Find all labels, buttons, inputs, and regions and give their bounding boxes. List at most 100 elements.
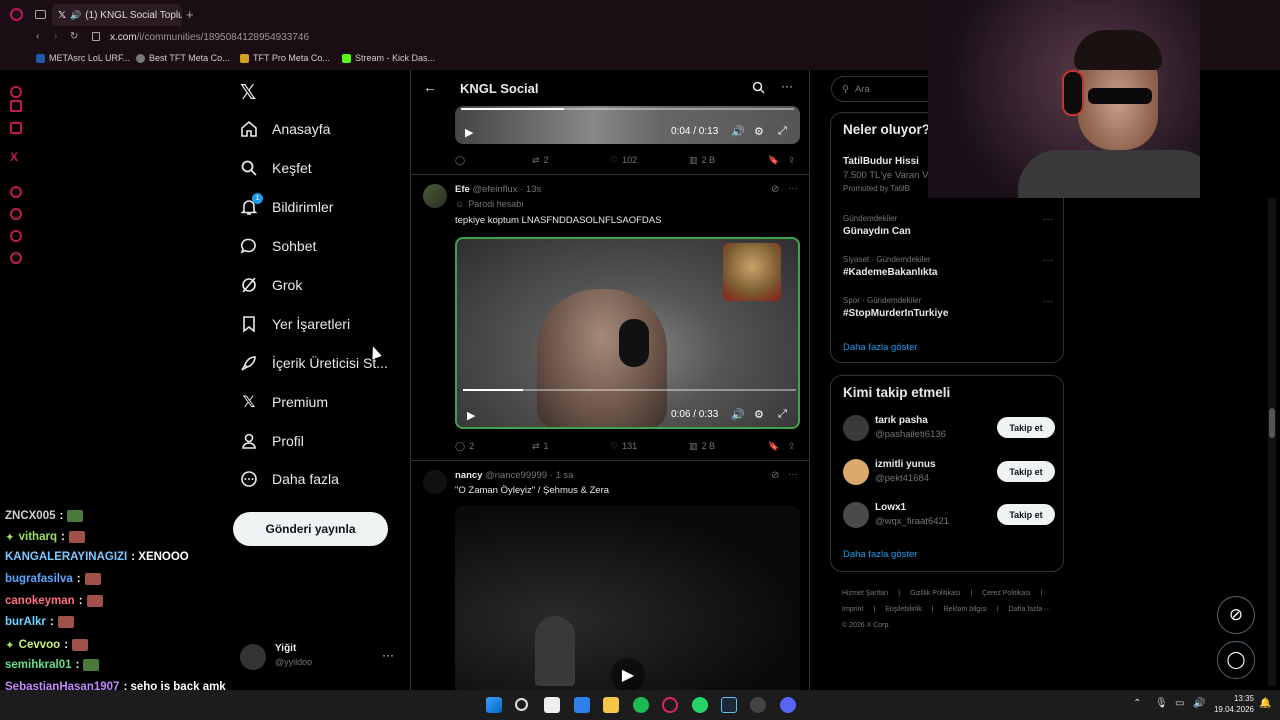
tray-chevron-icon[interactable]: ⌃: [1133, 698, 1141, 709]
reload-icon[interactable]: ↻: [70, 31, 78, 42]
nav-item-more[interactable]: Daha fazla: [240, 470, 339, 488]
bookmark-2[interactable]: TFT Pro Meta Co...: [240, 53, 330, 63]
new-tab-button[interactable]: +: [186, 7, 194, 22]
fullscreen-icon[interactable]: ⤢: [778, 408, 787, 421]
follow-button[interactable]: Takip et: [997, 504, 1055, 525]
footer-link[interactable]: Imprint: [842, 602, 863, 618]
trend-item[interactable]: Siyaset · Gündemdekiler #KademeBakanlıkt…: [843, 255, 1053, 278]
footer-link[interactable]: Daha fazla ···: [1009, 602, 1051, 618]
volume-icon[interactable]: 🔊: [1193, 698, 1205, 709]
network-icon[interactable]: ▭: [1175, 698, 1184, 709]
bookmark-0[interactable]: METAsrc LoL URF...: [36, 53, 130, 63]
back-icon[interactable]: ‹: [36, 31, 39, 42]
forward-icon[interactable]: ›: [54, 31, 57, 42]
store-icon[interactable]: [544, 697, 560, 713]
more-dots-icon[interactable]: ···: [788, 469, 798, 480]
avatar[interactable]: [423, 470, 447, 494]
settings-icon[interactable]: ⚙: [754, 408, 764, 421]
url-field[interactable]: x.com/i/communities/1895084128954933746: [110, 32, 309, 43]
opera-icon[interactable]: [662, 697, 678, 713]
fullscreen-icon[interactable]: ⤢: [778, 125, 787, 138]
views-button[interactable]: ▥ 2 B: [689, 441, 715, 452]
scrollbar-thumb[interactable]: [1269, 408, 1275, 438]
more-dots-icon[interactable]: ···: [1043, 214, 1053, 225]
sidebar-player-icon[interactable]: [10, 186, 22, 198]
views-button[interactable]: ▥ 2 B: [689, 155, 715, 166]
video-player[interactable]: ▶ 0:04 / 0:13 🔊 ⚙ ⤢: [455, 106, 800, 144]
spotify-icon[interactable]: [633, 697, 649, 713]
windows-start-icon[interactable]: [486, 697, 502, 713]
nav-item-home[interactable]: Anasayfa: [240, 120, 330, 138]
sidebar-settings-icon[interactable]: [10, 252, 22, 264]
nav-item-explore[interactable]: Keşfet: [240, 159, 312, 177]
more-dots-icon[interactable]: ···: [1043, 255, 1053, 266]
bookmark-button[interactable]: 🔖: [768, 155, 779, 166]
notification-bell-icon[interactable]: 🔔: [1259, 698, 1271, 709]
show-more-link[interactable]: Daha fazla göster: [843, 549, 917, 560]
more-dots-icon[interactable]: ···: [1043, 296, 1053, 307]
audio-icon[interactable]: 🔊: [70, 10, 81, 21]
video-player[interactable]: ▶: [455, 506, 800, 690]
footer-link[interactable]: Hizmet Şartları: [842, 586, 888, 602]
grok-icon[interactable]: ⊘: [771, 184, 779, 195]
like-button[interactable]: ♡ 102: [610, 155, 637, 166]
clock[interactable]: 13:35 19.04.2026: [1210, 693, 1254, 715]
trend-item[interactable]: Spor · Gündemdekiler #StopMurderInTurkiy…: [843, 296, 1053, 319]
grok-icon[interactable]: ⊘: [771, 470, 779, 481]
opera-logo-icon[interactable]: [10, 8, 23, 21]
post-time[interactable]: · 13s: [520, 184, 541, 195]
author-name[interactable]: Efe: [455, 184, 470, 195]
follow-suggestion[interactable]: izmitli yunus @pekt41684 Takip et: [843, 457, 1055, 487]
mic-icon[interactable]: 🎙: [1155, 698, 1168, 709]
like-button[interactable]: ♡ 131: [610, 441, 637, 452]
sidebar-history-icon[interactable]: [10, 208, 22, 220]
bookmark-button[interactable]: 🔖: [768, 441, 779, 452]
volume-icon[interactable]: 🔊: [731, 408, 745, 421]
settings-icon[interactable]: ⚙: [754, 125, 764, 138]
sidebar-extensions-icon[interactable]: [10, 230, 22, 242]
show-more-link[interactable]: Daha fazla göster: [843, 342, 917, 353]
nav-item-notifications[interactable]: 1 Bildirimler: [240, 193, 333, 216]
chat-fab-button[interactable]: ◯: [1217, 641, 1255, 679]
sidebar-whatsapp-icon[interactable]: [10, 122, 22, 134]
play-icon[interactable]: ▶: [465, 126, 473, 139]
search-icon[interactable]: [752, 81, 765, 94]
nav-item-premium[interactable]: 𝕏 Premium: [240, 393, 328, 411]
nav-item-profile[interactable]: Profil: [240, 432, 304, 450]
folder-icon[interactable]: [603, 697, 619, 713]
footer-link[interactable]: Çerez Politikası: [982, 586, 1031, 602]
bookmark-1[interactable]: Best TFT Meta Co...: [136, 53, 230, 63]
account-switcher[interactable]: Yiğit @yyildoo ···: [240, 640, 400, 674]
whatsapp-icon[interactable]: [692, 697, 708, 713]
steam-icon[interactable]: [721, 697, 737, 713]
post-2[interactable]: nancy @nance99999 · 1 sa ⊘ ··· "O Zaman …: [411, 461, 809, 690]
reply-button[interactable]: ◯ 2: [455, 441, 474, 452]
x-logo-icon[interactable]: 𝕏: [240, 80, 256, 105]
tab-manager-icon[interactable]: [35, 10, 46, 19]
nav-item-grok[interactable]: Grok: [240, 276, 302, 294]
author-handle[interactable]: @nance99999: [485, 470, 547, 481]
repost-button[interactable]: ⇄ 2: [532, 155, 549, 166]
trend-item[interactable]: Gündemdekiler Günaydın Can ···: [843, 214, 1053, 237]
play-icon[interactable]: ▶: [467, 409, 475, 422]
author-name[interactable]: nancy: [455, 470, 482, 481]
riot-icon[interactable]: [750, 697, 766, 713]
share-button[interactable]: ⇪: [788, 155, 796, 166]
footer-link[interactable]: Gizlilik Politikası: [910, 586, 960, 602]
sidebar-x-icon[interactable]: X: [10, 150, 18, 164]
reply-button[interactable]: ◯: [455, 155, 469, 166]
follow-button[interactable]: Takip et: [997, 417, 1055, 438]
follow-suggestion[interactable]: tarık pasha @pashaileti6136 Takip et: [843, 413, 1055, 443]
sidebar-messenger-icon[interactable]: [10, 100, 22, 112]
avatar[interactable]: [423, 184, 447, 208]
cloud-icon[interactable]: [574, 697, 590, 713]
more-dots-icon[interactable]: ···: [788, 183, 798, 194]
nav-item-bookmarks[interactable]: Yer İşaretleri: [240, 315, 350, 333]
footer-link[interactable]: Erişilebilirlik: [885, 602, 922, 618]
bookmark-3[interactable]: Stream - Kick Das...: [342, 53, 435, 63]
video-progress-track[interactable]: [461, 108, 794, 110]
repost-button[interactable]: ⇄ 1: [532, 441, 549, 452]
post-button[interactable]: Gönderi yayınla: [233, 512, 388, 546]
play-button[interactable]: ▶: [611, 658, 645, 690]
footer-link[interactable]: Reklam bilgisi: [944, 602, 987, 618]
